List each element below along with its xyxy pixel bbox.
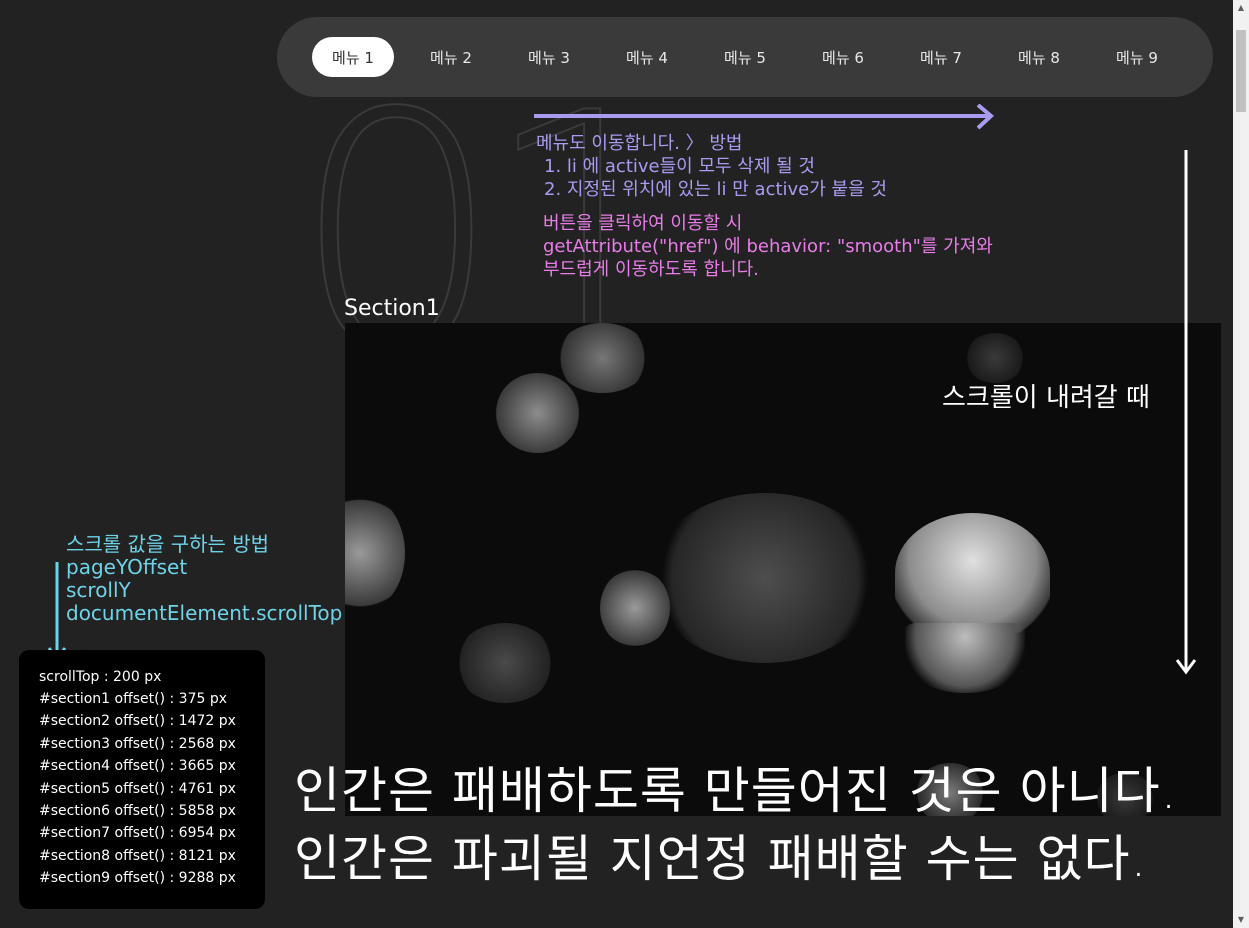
- section4-offset: #section4 offset() : 3665 px: [39, 758, 236, 775]
- nav-item-7[interactable]: 메뉴 7: [900, 37, 982, 77]
- nav-item-1[interactable]: 메뉴 1: [312, 37, 394, 77]
- arrow-down-icon: [1176, 150, 1197, 675]
- menu-move-note: 메뉴도 이동합니다. 〉 방법 1. li 에 active들이 모두 삭제 될…: [536, 132, 887, 201]
- scroll-method-note: 스크롤 값을 구하는 방법 pageYOffset scrollY docume…: [66, 533, 342, 625]
- section2-offset: #section2 offset() : 1472 px: [39, 713, 236, 730]
- section5-offset: #section5 offset() : 4761 px: [39, 780, 236, 797]
- nav-item-3[interactable]: 메뉴 3: [508, 37, 590, 77]
- scroll-method-2: scrollY: [66, 578, 131, 602]
- click-note-line1: 버튼을 클릭하여 이동할 시: [543, 213, 743, 234]
- page-scrollbar[interactable]: ▲ ▼: [1233, 0, 1249, 928]
- arrow-down-cyan-icon: [48, 562, 67, 661]
- section6-offset: #section6 offset() : 5858 px: [39, 802, 236, 819]
- scroll-up-icon[interactable]: ▲: [1233, 0, 1249, 16]
- click-note-line2: getAttribute("href") 에 behavior: "smooth…: [543, 236, 993, 257]
- main-nav: 메뉴 1 메뉴 2 메뉴 3 메뉴 4 메뉴 5 메뉴 6 메뉴 7 메뉴 8 …: [277, 17, 1213, 97]
- scroll-down-icon[interactable]: ▼: [1233, 912, 1249, 928]
- section9-offset: #section9 offset() : 9288 px: [39, 870, 236, 887]
- click-note-line3: 부드럽게 이동하도록 합니다.: [543, 259, 759, 280]
- nav-item-8[interactable]: 메뉴 8: [998, 37, 1080, 77]
- section-title: Section1: [344, 296, 440, 321]
- nav-item-9[interactable]: 메뉴 9: [1096, 37, 1178, 77]
- section7-offset: #section7 offset() : 6954 px: [39, 825, 236, 842]
- nav-item-6[interactable]: 메뉴 6: [802, 37, 884, 77]
- quote-line1: 인간은 패배하도록 만들어진 것은 아니다.: [294, 762, 1178, 820]
- section3-offset: #section3 offset() : 2568 px: [39, 735, 236, 752]
- menu-note-title: 메뉴도 이동합니다. 〉 방법: [536, 133, 743, 154]
- click-move-note: 버튼을 클릭하여 이동할 시 getAttribute("href") 에 be…: [543, 212, 993, 281]
- nav-item-4[interactable]: 메뉴 4: [606, 37, 688, 77]
- menu-note-step2: 2. 지정된 위치에 있는 li 만 active가 붙을 것: [544, 179, 887, 200]
- section1-offset: #section1 offset() : 375 px: [39, 691, 228, 707]
- scroll-down-note: 스크롤이 내려갈 때: [942, 383, 1150, 413]
- nav-item-2[interactable]: 메뉴 2: [410, 37, 492, 77]
- scrolltop-value: scrollTop : 200 px: [39, 669, 162, 685]
- scroll-method-1: pageYOffset: [66, 555, 188, 579]
- menu-note-step1: 1. li 에 active들이 모두 삭제 될 것: [544, 156, 815, 177]
- scroll-method-title: 스크롤 값을 구하는 방법: [66, 532, 270, 556]
- section-quote: 인간은 패배하도록 만들어진 것은 아니다. 인간은 파괴될 지언정 패배할 수…: [294, 757, 1177, 893]
- scrollbar-thumb[interactable]: [1236, 30, 1246, 112]
- arrow-right-icon: [534, 104, 995, 130]
- quote-line2: 인간은 파괴될 지언정 패배할 수는 없다.: [294, 830, 1148, 888]
- scroll-method-3: documentElement.scrollTop: [66, 601, 343, 625]
- section8-offset: #section8 offset() : 8121 px: [39, 847, 236, 864]
- scroll-info-panel: scrollTop : 200 px #section1 offset() : …: [19, 650, 265, 909]
- nav-item-5[interactable]: 메뉴 5: [704, 37, 786, 77]
